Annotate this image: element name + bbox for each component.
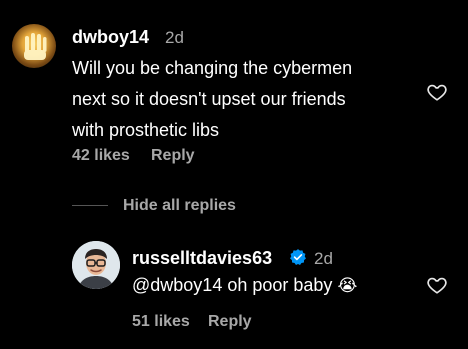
comment-timestamp: 2d — [165, 28, 184, 47]
reply-like-heart-icon[interactable] — [426, 274, 448, 296]
heart-icon — [427, 84, 447, 101]
verified-icon — [290, 249, 306, 266]
like-heart-icon[interactable] — [426, 81, 448, 103]
reply-likes-count[interactable]: 51 likes — [132, 313, 190, 331]
reply-reply-button[interactable]: Reply — [208, 313, 252, 331]
comment-reply-button[interactable]: Reply — [151, 147, 195, 165]
avatar-image — [24, 33, 47, 60]
comment-likes-count[interactable]: 42 likes — [72, 147, 130, 165]
reply-text: @dwboy14 oh poor baby 😭 — [132, 270, 357, 301]
reply-username[interactable]: russelltdavies63 — [132, 248, 272, 269]
comment-text-line: next so it doesn't upset our friends — [72, 89, 346, 109]
comment-text-line: with prosthetic libs — [72, 120, 220, 140]
verified-badge-icon — [289, 248, 307, 266]
hide-replies-button[interactable]: Hide all replies — [123, 197, 236, 215]
avatar-russelltdavies63[interactable] — [72, 241, 120, 289]
heart-icon — [427, 277, 447, 294]
avatar-image — [72, 241, 120, 289]
comment-username[interactable]: dwboy14 — [72, 27, 149, 48]
crying-emoji: 😭 — [337, 276, 358, 295]
comment-text-line: Will you be changing the cybermen — [72, 58, 353, 78]
comment-text: Will you be changing the cybermen next s… — [72, 53, 352, 146]
reply-timestamp: 2d — [314, 249, 333, 268]
replies-divider — [72, 205, 108, 206]
reply-text-body: @dwboy14 oh poor baby — [132, 275, 333, 295]
avatar-dwboy14[interactable] — [12, 24, 56, 68]
